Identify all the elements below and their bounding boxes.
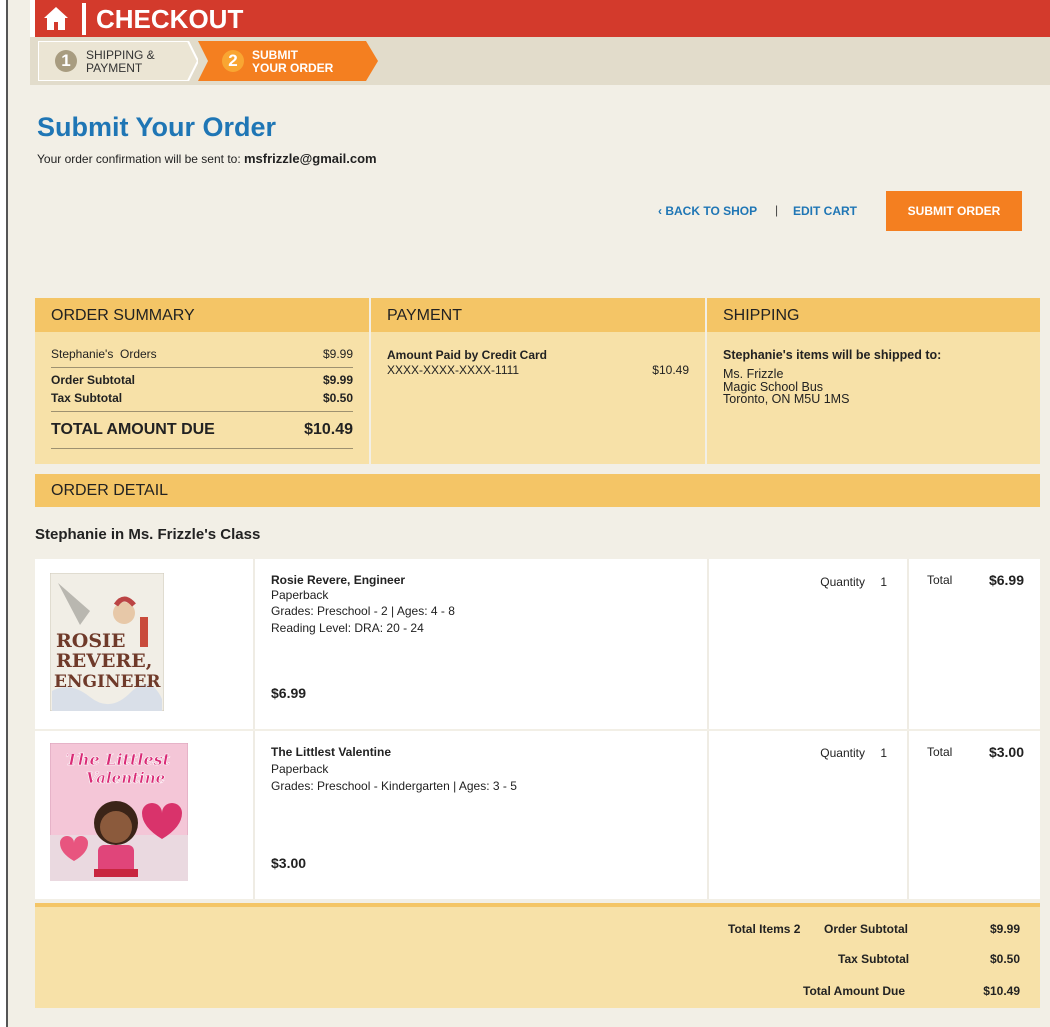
- item-total-cell: Total $3.00: [909, 731, 1040, 899]
- payment-method-label: Amount Paid by Credit Card: [387, 348, 548, 362]
- home-icon[interactable]: [43, 3, 69, 33]
- order-item: ROSIE REVERE, ENGINEER Rosie Revere, Eng…: [35, 559, 1040, 729]
- order-summary-panel: ORDER SUMMARY Stephanie's Orders $9.99 O…: [35, 298, 369, 464]
- payment-panel: PAYMENT Amount Paid by Credit Card XXXX-…: [371, 298, 705, 464]
- payment-amount: $10.49: [652, 363, 689, 377]
- summary-divider: [51, 367, 353, 368]
- payment-heading: PAYMENT: [371, 298, 705, 332]
- header-separator: [82, 3, 86, 35]
- page-title: Submit Your Order: [37, 112, 277, 142]
- item-total-value: $3.00: [988, 744, 1024, 760]
- totals-tax-label: Tax Subtotal: [838, 952, 910, 966]
- summary-subtotal-row: Order Subtotal $9.99: [51, 373, 353, 387]
- item-info-cell: The Littlest Valentine Paperback Grades:…: [255, 731, 707, 899]
- confirmation-email: msfrizzle@gmail.com: [244, 151, 377, 166]
- edit-cart-link[interactable]: EDIT CART: [793, 204, 857, 218]
- shipping-line2: Toronto, ON M5U 1MS: [723, 392, 850, 406]
- item-total-value: $6.99: [988, 572, 1024, 588]
- order-item: The Littlest Valentine The Littlest Vale…: [35, 731, 1040, 899]
- step-2-number: 2: [222, 50, 244, 72]
- confirmation-note: Your order confirmation will be sent to:…: [37, 151, 377, 166]
- summary-divider: [51, 448, 353, 449]
- summary-subtotal-value: $9.99: [322, 373, 353, 387]
- item-image-cell: The Littlest Valentine: [35, 731, 253, 899]
- totals-items-count: Total Items 2: [728, 922, 801, 936]
- submit-order-button[interactable]: SUBMIT ORDER: [886, 191, 1022, 231]
- summary-subtotal-label: Order Subtotal: [51, 373, 136, 387]
- shipping-heading: SHIPPING: [707, 298, 1040, 332]
- totals-subtotal-value: $9.99: [989, 922, 1020, 936]
- item-quantity-cell: Quantity 1: [709, 731, 907, 899]
- item-title[interactable]: The Littlest Valentine: [271, 745, 391, 759]
- summary-orders-label: Stephanie's Orders: [51, 347, 157, 361]
- item-total-cell: Total $6.99: [909, 559, 1040, 729]
- step-1-number: 1: [55, 50, 77, 72]
- summary-total-value: $10.49: [304, 421, 353, 438]
- cover-title-line2: REVERE,: [56, 650, 152, 672]
- totals-due-value: $10.49: [983, 984, 1020, 998]
- item-quantity-label: Quantity: [820, 746, 865, 760]
- step-2-label: SUBMIT YOUR ORDER: [252, 49, 333, 75]
- summary-tax-value: $0.50: [322, 391, 353, 405]
- checkout-steps: 1 SHIPPING & PAYMENT 2 SUBMIT YOUR ORDER: [30, 37, 1050, 85]
- summary-total-row: TOTAL AMOUNT DUE $10.49: [51, 421, 353, 439]
- item-grades: Grades: Preschool - Kindergarten | Ages:…: [271, 779, 517, 793]
- page-left-border: [6, 0, 8, 1027]
- class-group-title: Stephanie in Ms. Frizzle's Class: [35, 526, 261, 543]
- summary-orders-row: Stephanie's Orders $9.99: [51, 347, 353, 361]
- totals-subtotal-label: Order Subtotal: [824, 922, 909, 936]
- totals-due-label: Total Amount Due: [803, 984, 905, 998]
- item-total-label: Total: [927, 573, 953, 587]
- header-title: CHECKOUT: [96, 4, 244, 34]
- step-shipping-payment[interactable]: 1 SHIPPING & PAYMENT: [38, 41, 198, 81]
- shipping-intro: Stephanie's items will be shipped to:: [723, 348, 942, 362]
- order-totals: Total Items 2 Order Subtotal $9.99 Tax S…: [35, 903, 1040, 1008]
- summary-tax-row: Tax Subtotal $0.50: [51, 391, 353, 405]
- item-image-cell: ROSIE REVERE, ENGINEER: [35, 559, 253, 729]
- book-cover-rosie-revere[interactable]: ROSIE REVERE, ENGINEER: [50, 573, 164, 711]
- book-cover-littlest-valentine[interactable]: The Littlest Valentine: [50, 743, 188, 881]
- confirmation-prefix: Your order confirmation will be sent to:: [37, 152, 244, 166]
- item-title[interactable]: Rosie Revere, Engineer: [271, 573, 405, 587]
- cover-title-line3: ENGINEER: [54, 672, 161, 692]
- cover-title-line1: ROSIE: [56, 630, 125, 652]
- summary-orders-value: $9.99: [322, 347, 353, 361]
- item-grades: Grades: Preschool - 2 | Ages: 4 - 8: [271, 604, 455, 618]
- item-quantity-value: 1: [880, 575, 887, 589]
- summary-total-label: TOTAL AMOUNT DUE: [51, 421, 215, 438]
- payment-card-number: XXXX-XXXX-XXXX-1111: [387, 363, 520, 377]
- cover-title-line1: The Littlest: [66, 750, 171, 769]
- item-quantity-value: 1: [880, 746, 887, 760]
- summary-divider: [51, 411, 353, 412]
- order-summary-heading: ORDER SUMMARY: [35, 298, 369, 332]
- totals-tax-value: $0.50: [989, 952, 1020, 966]
- step-submit-order[interactable]: 2 SUBMIT YOUR ORDER: [198, 41, 380, 81]
- step-1-label: SHIPPING & PAYMENT: [86, 49, 155, 75]
- item-format: Paperback: [271, 588, 329, 602]
- header-edge: [30, 0, 35, 37]
- shipping-panel: SHIPPING Stephanie's items will be shipp…: [707, 298, 1040, 464]
- step-2-label-line2: YOUR ORDER: [252, 61, 334, 75]
- step-1-label-line2: PAYMENT: [86, 61, 143, 75]
- checkout-header: CHECKOUT: [30, 0, 1050, 37]
- shipping-address: Ms. Frizzle Magic School Bus Toronto, ON…: [723, 368, 849, 406]
- item-price: $3.00: [271, 855, 307, 871]
- item-info-cell: Rosie Revere, Engineer Paperback Grades:…: [255, 559, 707, 729]
- nav-separator: |: [775, 203, 779, 217]
- order-detail-heading: ORDER DETAIL: [35, 474, 1040, 507]
- item-reading-level: Reading Level: DRA: 20 - 24: [271, 621, 424, 635]
- summary-tax-label: Tax Subtotal: [51, 391, 123, 405]
- back-to-shop-link[interactable]: ‹ BACK TO SHOP: [658, 204, 757, 218]
- item-format: Paperback: [271, 762, 329, 776]
- cover-title-line2: Valentine: [86, 769, 165, 787]
- item-price: $6.99: [271, 685, 307, 701]
- shipping-name: Ms. Frizzle: [723, 367, 784, 381]
- item-total-label: Total: [927, 745, 953, 759]
- item-quantity-label: Quantity: [820, 575, 865, 589]
- item-quantity-cell: Quantity 1: [709, 559, 907, 729]
